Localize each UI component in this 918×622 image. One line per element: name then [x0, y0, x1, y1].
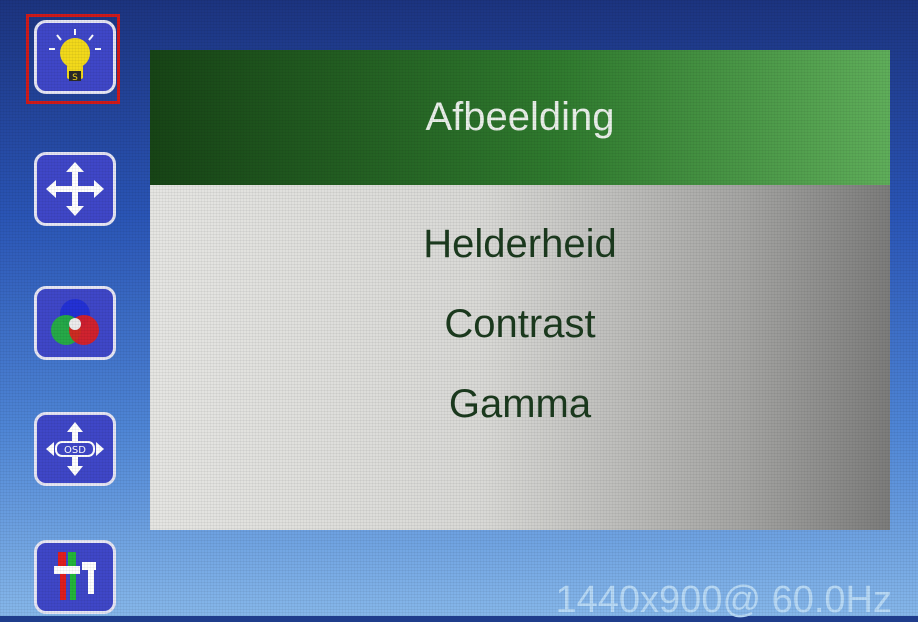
- selection-highlight: [26, 14, 120, 104]
- sidebar-item-osd[interactable]: OSD: [34, 412, 116, 486]
- rgb-circles-icon: [51, 299, 99, 345]
- move-arrows-icon: [46, 162, 104, 216]
- menu-item-brightness[interactable]: Helderheid: [423, 209, 616, 289]
- sidebar-item-color[interactable]: [34, 286, 116, 360]
- menu-list: Helderheid Contrast Gamma: [150, 185, 890, 530]
- osd-position-icon: OSD: [46, 422, 104, 476]
- menu-panel: Afbeelding Helderheid Contrast Gamma: [150, 50, 890, 530]
- monitor-osd-screen: S OSD Afbeelding Helderheid Contrast Gam…: [0, 0, 918, 621]
- sidebar-item-position[interactable]: [34, 152, 116, 226]
- sidebar-item-setup[interactable]: [34, 540, 116, 614]
- tools-icon: [54, 552, 96, 600]
- menu-item-contrast[interactable]: Contrast: [444, 289, 595, 369]
- panel-title: Afbeelding: [150, 50, 890, 185]
- svg-text:OSD: OSD: [64, 445, 86, 456]
- menu-item-gamma[interactable]: Gamma: [449, 369, 591, 449]
